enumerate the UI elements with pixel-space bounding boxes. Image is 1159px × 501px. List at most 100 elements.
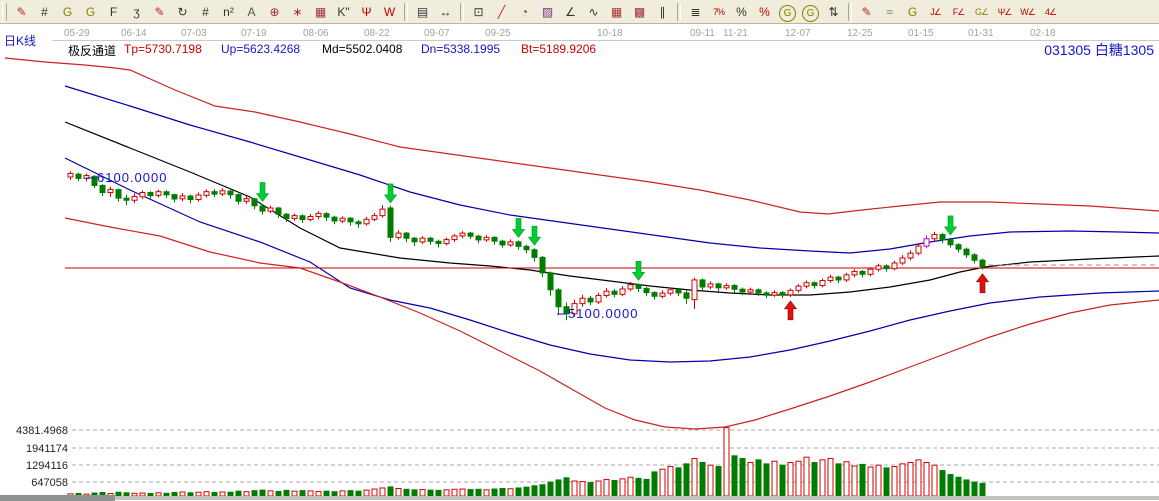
candle <box>692 280 697 300</box>
volume-bar <box>372 489 377 496</box>
candle <box>228 191 233 195</box>
candle <box>956 245 961 250</box>
channel-line-bt <box>65 218 1159 429</box>
x-axis-date-label: 08-22 <box>364 28 390 39</box>
x-axis-date-label: 07-19 <box>241 28 267 39</box>
chart-canvas[interactable]: 4381.4968194117412941166470586100.000051… <box>0 0 1159 501</box>
volume-bar <box>980 483 985 496</box>
candle <box>196 195 201 200</box>
horizontal-scrollbar-thumb[interactable] <box>0 495 115 501</box>
candle <box>908 253 913 258</box>
volume-bar <box>452 489 457 496</box>
candle <box>276 208 281 214</box>
candle <box>828 277 833 280</box>
candle <box>580 298 585 303</box>
volume-bar <box>940 471 945 496</box>
volume-bar <box>508 489 513 496</box>
volume-bar <box>660 469 665 496</box>
candle <box>404 233 409 238</box>
x-axis-date-label: 11-21 <box>723 28 748 39</box>
candle <box>860 271 865 274</box>
candle <box>812 283 817 286</box>
candle <box>540 257 545 273</box>
candle <box>436 241 441 243</box>
candle <box>780 293 785 295</box>
candle <box>268 208 273 211</box>
candle <box>396 233 401 237</box>
candle <box>68 173 73 177</box>
candle <box>412 238 417 242</box>
volume-bar <box>964 480 969 496</box>
volume-bar <box>804 457 809 496</box>
volume-bar <box>972 482 977 496</box>
candle <box>876 266 881 269</box>
candle <box>484 237 489 240</box>
candle <box>852 271 857 274</box>
volume-bar <box>396 489 401 496</box>
candle <box>388 208 393 237</box>
candle <box>788 290 793 295</box>
candle <box>164 192 169 195</box>
sell-arrow-icon <box>529 226 541 245</box>
candle <box>668 290 673 293</box>
sell-arrow-icon <box>945 216 957 235</box>
volume-bar <box>836 464 841 496</box>
candle <box>308 216 313 219</box>
candle <box>932 235 937 239</box>
high-price-annotation: 6100.0000 <box>97 170 167 185</box>
volume-bar <box>604 479 609 496</box>
candle <box>804 283 809 286</box>
volume-axis-label: 647058 <box>31 477 68 489</box>
candle <box>764 293 769 295</box>
candle <box>980 260 985 266</box>
volume-axis-label: 4381.4968 <box>16 425 68 437</box>
candle <box>548 273 553 290</box>
candle <box>836 277 841 280</box>
candle <box>468 233 473 236</box>
candle <box>612 291 617 294</box>
horizontal-scrollbar-track[interactable] <box>0 496 1159 500</box>
volume-bar <box>868 467 873 496</box>
volume-bar <box>788 463 793 496</box>
x-axis-date-label: 05-29 <box>64 28 90 39</box>
volume-bar <box>516 488 521 496</box>
volume-axis-label: 1941174 <box>26 443 68 455</box>
volume-bar <box>956 477 961 496</box>
volume-bar <box>796 461 801 496</box>
x-axis-date-label: 07-03 <box>181 28 207 39</box>
x-axis-date-label: 12-07 <box>785 28 811 39</box>
candle <box>556 290 561 307</box>
volume-bar <box>692 459 697 496</box>
sell-arrow-icon <box>513 218 525 237</box>
candle <box>252 199 257 206</box>
candle <box>660 293 665 296</box>
volume-bar <box>772 461 777 496</box>
volume-bar <box>708 465 713 496</box>
candle <box>476 236 481 240</box>
channel-line-up <box>65 86 1159 253</box>
candle <box>900 258 905 263</box>
candle <box>516 242 521 247</box>
candle <box>596 295 601 301</box>
candle <box>844 275 849 280</box>
candle <box>684 293 689 298</box>
candle <box>212 192 217 195</box>
candle <box>948 240 953 245</box>
volume-bar <box>524 487 529 496</box>
candle <box>940 235 945 240</box>
x-axis-date-label: 08-06 <box>303 28 329 39</box>
volume-bar <box>716 467 721 496</box>
volume-bar <box>476 489 481 496</box>
volume-bar <box>564 478 569 496</box>
volume-bar <box>852 466 857 496</box>
volume-bar <box>628 477 633 496</box>
volume-bar <box>756 460 761 496</box>
buy-arrow-icon <box>785 301 797 320</box>
volume-bar <box>700 463 705 496</box>
volume-bar <box>924 463 929 496</box>
volume-bar <box>596 481 601 496</box>
candle <box>220 191 225 194</box>
volume-bar <box>460 489 465 496</box>
volume-bar <box>580 482 585 496</box>
candle <box>340 218 345 221</box>
